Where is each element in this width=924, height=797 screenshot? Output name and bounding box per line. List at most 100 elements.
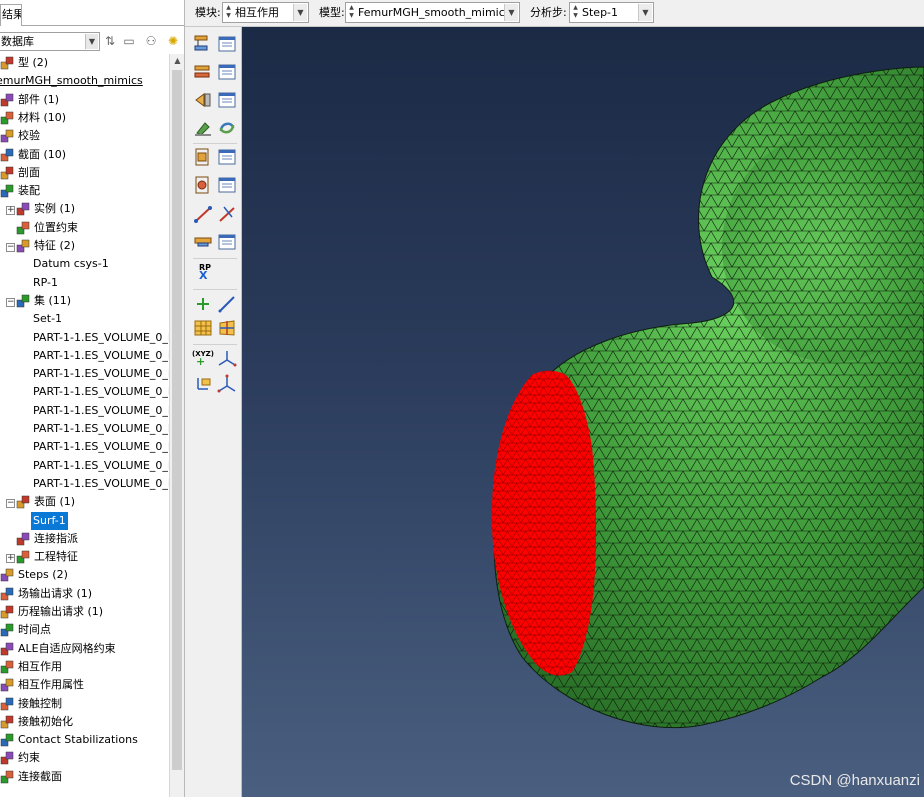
tree-item-label: RP-1 [33, 275, 59, 289]
database-combo[interactable]: 数据库 ▼ [0, 32, 100, 51]
connector-assignment-manager-icon[interactable] [216, 231, 238, 253]
tree-item[interactable]: 相互作用 [0, 658, 64, 676]
create-interaction-icon[interactable] [192, 33, 214, 55]
tree-collapse-icon[interactable]: ▭ [121, 33, 137, 49]
connector-assignment-icon[interactable] [216, 203, 238, 225]
step-value: Step-1 [582, 6, 619, 19]
collapse-icon[interactable]: − [6, 297, 15, 307]
interaction-property-manager-icon[interactable] [216, 61, 238, 83]
tree-item[interactable]: 时间点 [0, 621, 53, 639]
sort-icon[interactable]: ⇅ [102, 33, 118, 49]
contact-stabilization-icon[interactable] [216, 117, 238, 139]
chevron-down-icon[interactable]: ▼ [293, 4, 307, 21]
expand-icon[interactable]: + [6, 554, 15, 564]
tree-item[interactable]: RP-1 [31, 274, 60, 292]
create-connector-assignment-icon[interactable] [192, 231, 214, 253]
tree-item[interactable]: 接触初始化 [0, 713, 75, 731]
tree-item[interactable]: Steps (2) [0, 566, 70, 584]
tree-item[interactable]: 部件 (1) [0, 91, 61, 109]
tree-item[interactable]: PART-1-1.ES_VOLUME_0_M [31, 475, 169, 493]
tree-item[interactable]: Contact Stabilizations [0, 731, 140, 749]
tree-scrollbar[interactable]: ▲ [169, 54, 184, 797]
tree-item[interactable]: PART-1-1.ES_VOLUME_0_M [31, 420, 169, 438]
scroll-up-icon[interactable]: ▲ [172, 56, 183, 67]
create-reference-point-button[interactable]: RP X [199, 264, 211, 282]
spin-icon[interactable]: ▲ ▼ [571, 4, 580, 21]
collapse-icon[interactable]: − [6, 243, 15, 252]
tree-item[interactable]: + 工程特征 [6, 548, 80, 566]
tree-item[interactable]: 历程输出请求 (1) [0, 603, 105, 621]
contact-stabilizations-icon [0, 733, 14, 747]
create-interaction-property-icon[interactable] [192, 61, 214, 83]
tree-item[interactable]: − 表面 (1) [6, 493, 77, 511]
tree-item[interactable]: 材料 (10) [0, 109, 68, 127]
tree-item[interactable]: 位置约束 [16, 219, 80, 237]
step-combo[interactable]: ▲ ▼ Step-1 ▼ [569, 2, 654, 23]
tree-item[interactable]: 场输出请求 (1) [0, 585, 94, 603]
spin-icon[interactable]: ▲ ▼ [224, 4, 233, 21]
create-datum-point-icon[interactable] [192, 293, 214, 315]
context-bar: 模块: ▲ ▼ 相互作用 ▼ 模型: ▲ ▼ FemurMGH_smooth_mim… [185, 0, 924, 27]
module-value: 相互作用 [235, 6, 279, 19]
constraint-manager-icon[interactable] [216, 146, 238, 168]
contact-control-manager-icon[interactable] [216, 89, 238, 111]
tree-item[interactable]: Surf-1 [31, 511, 68, 530]
tree-item[interactable]: emurMGH_smooth_mimics [0, 72, 145, 90]
collapse-icon[interactable]: − [6, 499, 15, 509]
datum-csys-edges-icon[interactable] [216, 373, 238, 395]
features-icon [16, 239, 30, 253]
create-connector-section-icon[interactable] [192, 174, 214, 196]
tree-item[interactable]: + 实例 (1) [6, 200, 77, 218]
tree-item[interactable]: 接触控制 [0, 695, 64, 713]
create-contact-control-icon[interactable] [192, 89, 214, 111]
tree-item[interactable]: PART-1-1.ES_VOLUME_0_M [31, 347, 169, 365]
tree-item[interactable]: 剖面 [0, 164, 42, 182]
tree-item[interactable]: Datum csys-1 [31, 255, 111, 273]
tree-item[interactable]: 型 (2) [0, 54, 50, 72]
tree-item-label: 连接截面 [18, 769, 62, 783]
create-constraint-icon[interactable] [192, 146, 214, 168]
tree-item[interactable]: 连接截面 [0, 768, 64, 786]
module-combo[interactable]: ▲ ▼ 相互作用 ▼ [222, 2, 309, 23]
tree-item[interactable]: PART-1-1.ES_VOLUME_0_M [31, 402, 169, 420]
module-label: 模块: [195, 6, 221, 19]
tree-item[interactable]: − 集 (11) [6, 292, 73, 310]
graphics-viewport[interactable]: CSDN @hanxuanzi [242, 27, 924, 797]
create-datum-axis-icon[interactable] [216, 293, 238, 315]
tree-item[interactable]: 相互作用属性 [0, 676, 86, 694]
lightbulb-icon[interactable]: ✺ [165, 33, 181, 49]
tree-item[interactable]: 装配 [0, 182, 42, 200]
chevron-down-icon[interactable]: ▼ [85, 34, 98, 49]
tree-item[interactable]: PART-1-1.ES_VOLUME_0_M [31, 438, 169, 456]
tree-item[interactable]: ALE自适应网格约束 [0, 640, 118, 658]
scrollbar-thumb[interactable] [172, 70, 182, 770]
spin-icon[interactable]: ▲ ▼ [347, 4, 356, 21]
chevron-down-icon[interactable]: ▼ [504, 4, 518, 21]
datum-csys-offset-icon[interactable] [192, 373, 214, 395]
create-wire-feature-icon[interactable] [192, 203, 214, 225]
tree-item[interactable]: 校验 [0, 127, 42, 145]
results-tab[interactable]: 结果 [0, 4, 22, 26]
tree-item[interactable]: PART-1-1.ES_VOLUME_0_M [31, 457, 169, 475]
tree-item[interactable]: − 特征 (2) [6, 237, 77, 255]
chevron-down-icon[interactable]: ▼ [638, 4, 652, 21]
partition-icon[interactable] [216, 317, 238, 339]
tree-item[interactable]: PART-1-1.ES_VOLUME_0_M [31, 383, 169, 401]
tree-item[interactable]: Set-1 [31, 310, 64, 328]
tree-item[interactable]: 连接指派 [16, 530, 80, 548]
datum-csys-3points-icon[interactable] [216, 348, 238, 370]
connector-section-manager-icon[interactable] [216, 174, 238, 196]
femur-mesh-model[interactable] [242, 27, 924, 797]
interaction-manager-icon[interactable] [216, 33, 238, 55]
create-contact-initialization-icon[interactable] [192, 117, 214, 139]
create-datum-csys-button[interactable]: (XYZ) + [192, 350, 214, 367]
tree-item[interactable]: 截面 (10) [0, 146, 68, 164]
model-combo[interactable]: ▲ ▼ FemurMGH_smooth_mimics ▼ [345, 2, 520, 23]
tree-item[interactable]: PART-1-1.ES_VOLUME_0_M [31, 365, 169, 383]
tree-item[interactable]: PART-1-1.ES_VOLUME_0_M [31, 329, 169, 347]
filter-icon[interactable]: ⚇ [143, 33, 159, 49]
tree-item[interactable]: 约束 [0, 749, 42, 767]
create-datum-plane-icon[interactable] [192, 317, 214, 339]
expand-icon[interactable]: + [6, 206, 15, 216]
toolbox-separator [193, 143, 237, 144]
